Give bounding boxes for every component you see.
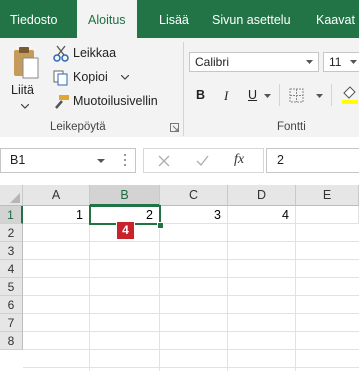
scissors-icon [53,45,69,62]
row-header-2[interactable]: 2 [0,224,23,242]
column-header-b[interactable]: B [90,185,160,206]
format-painter-button[interactable]: Muotoilusivellin [52,93,170,111]
formula-bar-handle[interactable] [124,152,126,168]
divider [331,84,332,106]
font-size-combo[interactable]: 11 [323,52,359,72]
cells-area [23,206,359,371]
format-painter-icon [55,95,69,109]
row-header-1[interactable]: 1 [0,206,23,224]
tab-home[interactable]: Aloitus [77,0,137,38]
group-divider [183,42,184,136]
chevron-down-icon[interactable] [316,94,323,99]
row-header-6[interactable]: 6 [0,296,23,314]
chevron-down-icon [306,60,313,64]
row-header-7[interactable]: 7 [0,314,23,332]
formula-bar: B1 fx 2 [0,137,359,185]
corner-triangle-icon [10,193,20,203]
font-group-label: Fontti [277,121,306,133]
select-all-corner[interactable] [0,185,23,206]
underline-button[interactable]: U [248,88,257,102]
chevron-down-icon[interactable] [264,94,271,99]
cell-e1[interactable] [296,206,359,224]
cancel-icon[interactable] [158,155,170,167]
paste-button[interactable]: Liitä [6,42,42,112]
row-header-3[interactable]: 3 [0,242,23,260]
cut-label: Leikkaa [73,46,117,60]
format-painter-label: Muotoilusivellin [73,94,158,108]
clipboard-group-label: Leikepöytä [50,121,106,133]
column-header-a[interactable]: A [23,185,90,206]
cell-c1[interactable]: 3 [160,206,228,224]
dialog-launcher-icon[interactable] [170,123,180,133]
font-size-value: 11 [329,55,342,69]
tab-page-layout[interactable]: Sivun asettelu [212,0,291,38]
borders-icon[interactable] [289,88,305,104]
font-name-value: Calibri [195,55,230,69]
fill-handle[interactable] [157,222,164,229]
row-header-8[interactable]: 8 [0,332,23,350]
copy-label: Kopioi [73,70,108,84]
tab-insert[interactable]: Lisää [159,0,189,38]
chevron-down-icon [350,60,357,64]
copy-icon [53,70,68,86]
bold-button[interactable]: B [196,88,205,102]
font-name-combo[interactable]: Calibri [189,52,319,72]
divider [279,84,280,106]
column-header-d[interactable]: D [228,185,296,206]
formula-buttons: fx [143,148,264,173]
formula-input[interactable]: 2 [266,148,359,173]
name-box-value: B1 [10,153,26,167]
column-header-c[interactable]: C [160,185,228,206]
chevron-down-icon [121,75,129,80]
fill-color-icon[interactable] [340,84,359,104]
column-header-e[interactable]: E [296,185,359,206]
cell-a1[interactable]: 1 [23,206,90,224]
row-header-4[interactable]: 4 [0,260,23,278]
cut-button[interactable]: Leikkaa [52,45,132,63]
ribbon: Liitä Leikkaa Kopioi Muotoilusivellin Le… [0,38,359,138]
copy-button[interactable]: Kopioi [52,69,132,87]
name-box[interactable]: B1 [0,148,136,173]
cell-d1[interactable]: 4 [228,206,296,224]
row-header-5[interactable]: 5 [0,278,23,296]
chevron-down-icon [97,159,105,163]
step-badge: 4 [116,221,135,240]
italic-button[interactable]: I [224,88,228,104]
paste-label: Liitä [11,83,34,97]
chevron-down-icon [21,104,29,109]
paste-icon [14,47,39,79]
tab-file[interactable]: Tiedosto [10,0,57,38]
check-icon[interactable] [196,155,209,167]
ribbon-tab-bar: Tiedosto Aloitus Lisää Sivun asettelu Ka… [0,0,359,38]
insert-function-button[interactable]: fx [234,152,244,168]
spreadsheet-grid: A B C D E 1 2 3 4 5 6 7 8 1 2 3 4 4 [0,185,359,371]
tab-formulas[interactable]: Kaavat [316,0,355,38]
